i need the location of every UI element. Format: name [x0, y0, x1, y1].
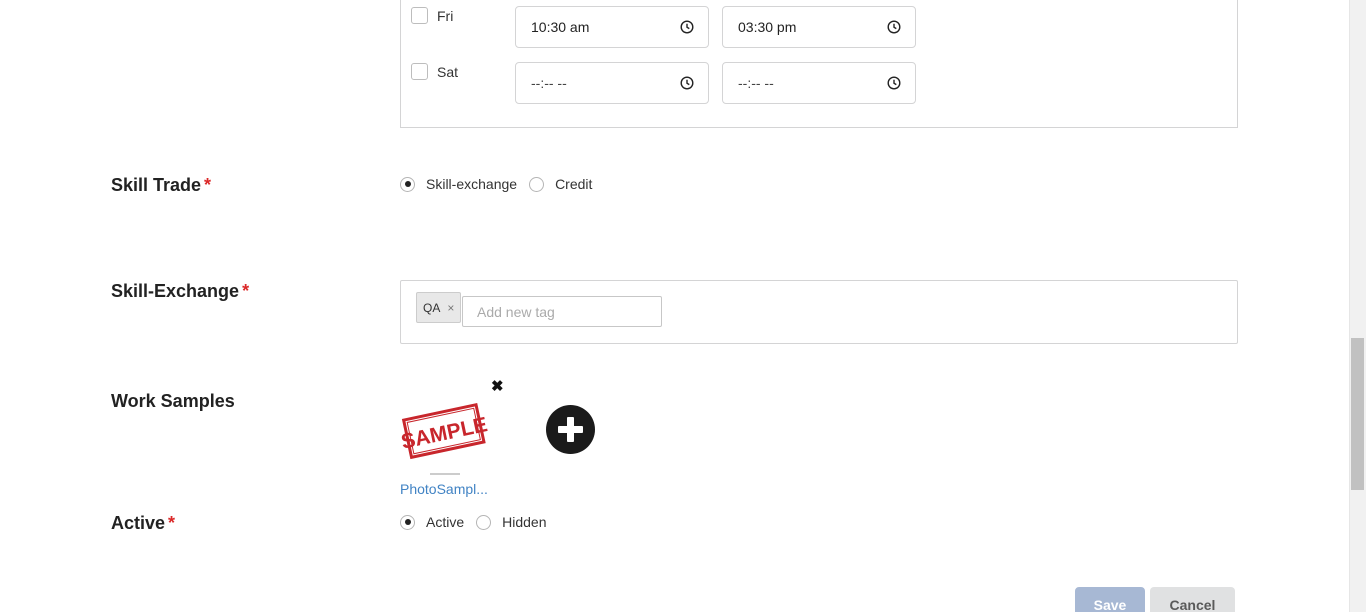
active-radio-label[interactable]: Active	[426, 514, 464, 530]
credit-radio-label[interactable]: Credit	[555, 176, 592, 192]
tag-qa: QA ×	[416, 292, 462, 323]
scrollbar-thumb[interactable]	[1351, 338, 1364, 490]
save-button[interactable]: Save	[1075, 587, 1145, 612]
hidden-radio-label[interactable]: Hidden	[502, 514, 546, 530]
skill-trade-label-text: Skill Trade	[111, 175, 202, 195]
fri-end-time-input[interactable]: 03:30 pm	[722, 6, 916, 48]
fri-start-time-value: 10:30 am	[531, 19, 590, 35]
clock-icon[interactable]	[887, 20, 901, 34]
skill-trade-radio-group: Skill-exchange Credit	[400, 176, 604, 192]
add-tag-input[interactable]	[462, 296, 662, 327]
skill-trade-label: Skill Trade *	[111, 175, 211, 196]
fri-start-time-input[interactable]: 10:30 am	[515, 6, 709, 48]
required-mark: *	[242, 281, 250, 301]
remove-sample-icon[interactable]: ✖	[491, 377, 504, 395]
skill-exchange-radio-label[interactable]: Skill-exchange	[426, 176, 517, 192]
active-label: Active *	[111, 513, 175, 534]
sat-checkbox[interactable]	[411, 63, 428, 80]
sat-end-time-value: --:-- --	[738, 75, 774, 91]
tag-remove-icon[interactable]: ×	[447, 301, 454, 315]
required-mark: *	[168, 513, 176, 533]
add-sample-button[interactable]	[546, 405, 595, 454]
active-radio[interactable]	[400, 514, 415, 530]
skill-exchange-label: Skill-Exchange *	[111, 281, 249, 302]
required-mark: *	[204, 175, 212, 195]
fri-label: Fri	[437, 8, 454, 24]
skill-exchange-label-text: Skill-Exchange	[111, 281, 240, 301]
plus-circle-icon	[558, 417, 583, 442]
sample-thumbnail[interactable]: SAMPLE	[400, 392, 488, 478]
active-label-text: Active	[111, 513, 166, 533]
scrollbar-track[interactable]	[1349, 0, 1366, 612]
sat-label: Sat	[437, 64, 459, 80]
fri-end-time-value: 03:30 pm	[738, 19, 797, 35]
clock-icon[interactable]	[680, 20, 694, 34]
work-samples-label: Work Samples	[111, 391, 235, 411]
tag-label: QA	[423, 300, 441, 315]
credit-radio[interactable]	[529, 176, 545, 192]
clock-icon[interactable]	[887, 76, 901, 90]
sat-start-time-input[interactable]: --:-- --	[515, 62, 709, 104]
hidden-radio[interactable]	[476, 514, 492, 530]
sample-file-link[interactable]: PhotoSampl...	[400, 481, 488, 497]
sat-start-time-value: --:-- --	[531, 75, 567, 91]
sat-end-time-input[interactable]: --:-- --	[722, 62, 916, 104]
skill-exchange-radio[interactable]	[400, 176, 415, 192]
clock-icon[interactable]	[680, 76, 694, 90]
cancel-button[interactable]: Cancel	[1150, 587, 1235, 612]
fri-checkbox[interactable]	[411, 7, 428, 24]
active-radio-group: Active Hidden	[400, 514, 559, 530]
